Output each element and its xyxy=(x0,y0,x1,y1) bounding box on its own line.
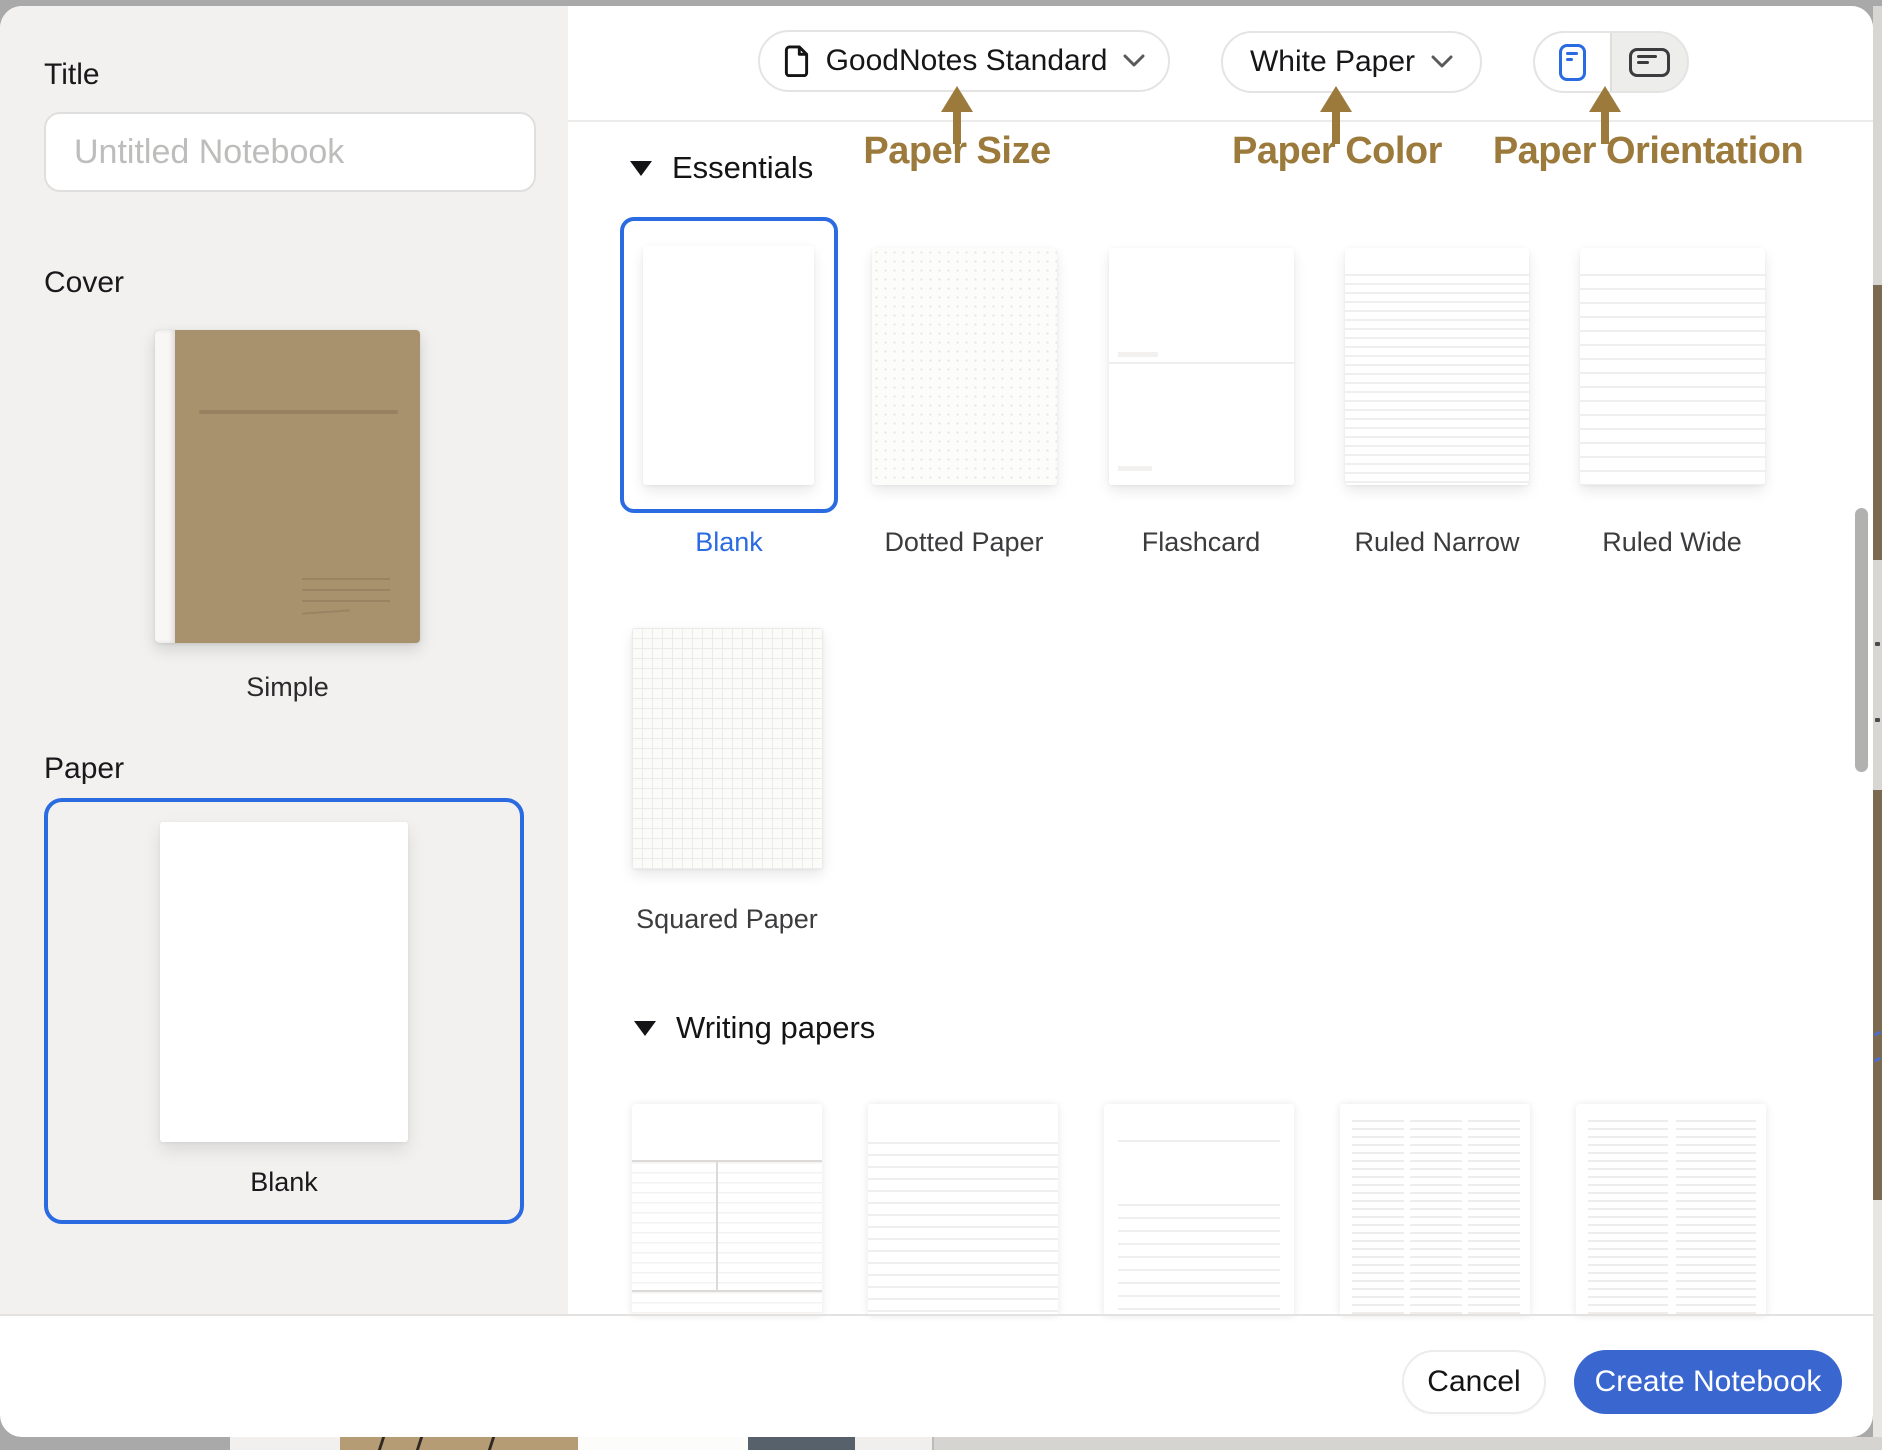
cover-label: Cover xyxy=(44,266,124,300)
background-sliver xyxy=(1873,285,1882,560)
cornell-vertical-rule xyxy=(716,1162,718,1292)
template-label-dotted: Dotted Paper xyxy=(846,527,1082,558)
background-sketch-line xyxy=(416,1437,423,1450)
orientation-portrait-button[interactable] xyxy=(1535,33,1612,91)
footer-divider xyxy=(0,1314,1873,1316)
screen: Title Cover Simple Paper Blank xyxy=(0,0,1882,1450)
background-sketch-line xyxy=(488,1437,495,1450)
section-writing-papers-label: Writing papers xyxy=(676,1010,875,1046)
background-scribble xyxy=(1874,1031,1882,1037)
cover-signature-lines xyxy=(302,569,390,613)
toolbar-divider xyxy=(568,120,1873,122)
landscape-page-icon xyxy=(1629,48,1670,77)
paper-color-value: White Paper xyxy=(1250,45,1415,79)
cover-option-label: Simple xyxy=(155,672,420,703)
cover-option-simple[interactable] xyxy=(155,330,420,643)
template-dotted-paper[interactable] xyxy=(872,248,1057,485)
ruled-column xyxy=(1588,1120,1668,1316)
background-sliver xyxy=(1873,6,1882,285)
title-label: Title xyxy=(44,58,100,92)
orientation-landscape-button[interactable] xyxy=(1612,33,1687,91)
annotation-paper-orientation: Paper Orientation xyxy=(1428,130,1868,173)
collapse-triangle-icon xyxy=(630,161,652,176)
template-flashcard[interactable] xyxy=(1109,248,1294,485)
ruled-column xyxy=(1468,1120,1520,1316)
template-ruled-wide[interactable] xyxy=(1580,248,1765,485)
template-cornell-paper[interactable] xyxy=(632,1104,822,1316)
paper-orientation-control xyxy=(1533,31,1689,93)
paper-color-dropdown[interactable]: White Paper xyxy=(1221,31,1482,93)
background-sliver xyxy=(578,1437,748,1450)
selected-paper-thumbnail xyxy=(160,822,408,1142)
template-label-flashcard: Flashcard xyxy=(1083,527,1319,558)
template-ruled-narrow[interactable] xyxy=(1345,248,1529,485)
create-notebook-dialog: Title Cover Simple Paper Blank xyxy=(0,6,1873,1437)
template-label-squared: Squared Paper xyxy=(609,904,845,935)
scrollbar[interactable] xyxy=(1855,508,1868,772)
background-sliver xyxy=(340,1437,578,1450)
background-text-fragment xyxy=(1875,642,1880,646)
ruled-lines xyxy=(1118,1204,1280,1316)
flashcard-question-hint xyxy=(1118,352,1158,357)
template-three-column-paper[interactable] xyxy=(1340,1104,1530,1316)
section-writing-papers[interactable]: Writing papers xyxy=(634,1010,875,1046)
background-sliver xyxy=(855,1437,932,1450)
document-icon xyxy=(783,45,810,77)
background-sliver xyxy=(230,1437,340,1450)
template-label-ruled-narrow: Ruled Narrow xyxy=(1319,527,1555,558)
selected-paper-preview[interactable]: Blank xyxy=(44,798,524,1224)
template-story-paper[interactable] xyxy=(1104,1104,1294,1316)
template-ruled-with-margin[interactable] xyxy=(868,1104,1058,1316)
cover-band-line xyxy=(199,410,398,414)
template-label-blank: Blank xyxy=(611,527,847,558)
cancel-button[interactable]: Cancel xyxy=(1402,1350,1546,1414)
annotation-paper-size: Paper Size xyxy=(737,130,1177,173)
template-label-ruled-wide: Ruled Wide xyxy=(1554,527,1790,558)
template-blank[interactable] xyxy=(643,246,814,485)
template-squared-paper[interactable] xyxy=(632,628,823,869)
background-sliver xyxy=(1873,790,1882,1200)
paper-size-value: GoodNotes Standard xyxy=(826,44,1108,78)
cover-spine xyxy=(155,330,175,643)
ruled-column xyxy=(1676,1120,1756,1316)
background-sketch-line xyxy=(378,1437,385,1450)
background-text-fragment xyxy=(1875,718,1880,722)
background-sliver xyxy=(932,1437,1882,1450)
background-sliver xyxy=(1873,560,1882,790)
selected-paper-label: Blank xyxy=(48,1167,520,1198)
notebook-title-input[interactable] xyxy=(44,112,536,192)
background-sliver xyxy=(748,1437,855,1450)
ruled-column xyxy=(1410,1120,1462,1316)
paper-size-dropdown[interactable]: GoodNotes Standard xyxy=(758,30,1170,92)
paper-label: Paper xyxy=(44,752,124,786)
create-notebook-button[interactable]: Create Notebook xyxy=(1574,1350,1842,1414)
template-two-column-paper[interactable] xyxy=(1576,1104,1766,1316)
background-sliver xyxy=(0,1437,230,1450)
chevron-down-icon xyxy=(1123,54,1145,68)
background-sliver xyxy=(1873,1200,1882,1437)
ruled-column xyxy=(1352,1120,1404,1316)
portrait-page-icon xyxy=(1559,44,1586,81)
background-scribble xyxy=(1874,1057,1882,1063)
sidebar: Title Cover Simple Paper Blank xyxy=(0,6,568,1314)
collapse-triangle-icon xyxy=(634,1021,656,1036)
chevron-down-icon xyxy=(1431,55,1453,69)
flashcard-answer-hint xyxy=(1118,466,1152,471)
